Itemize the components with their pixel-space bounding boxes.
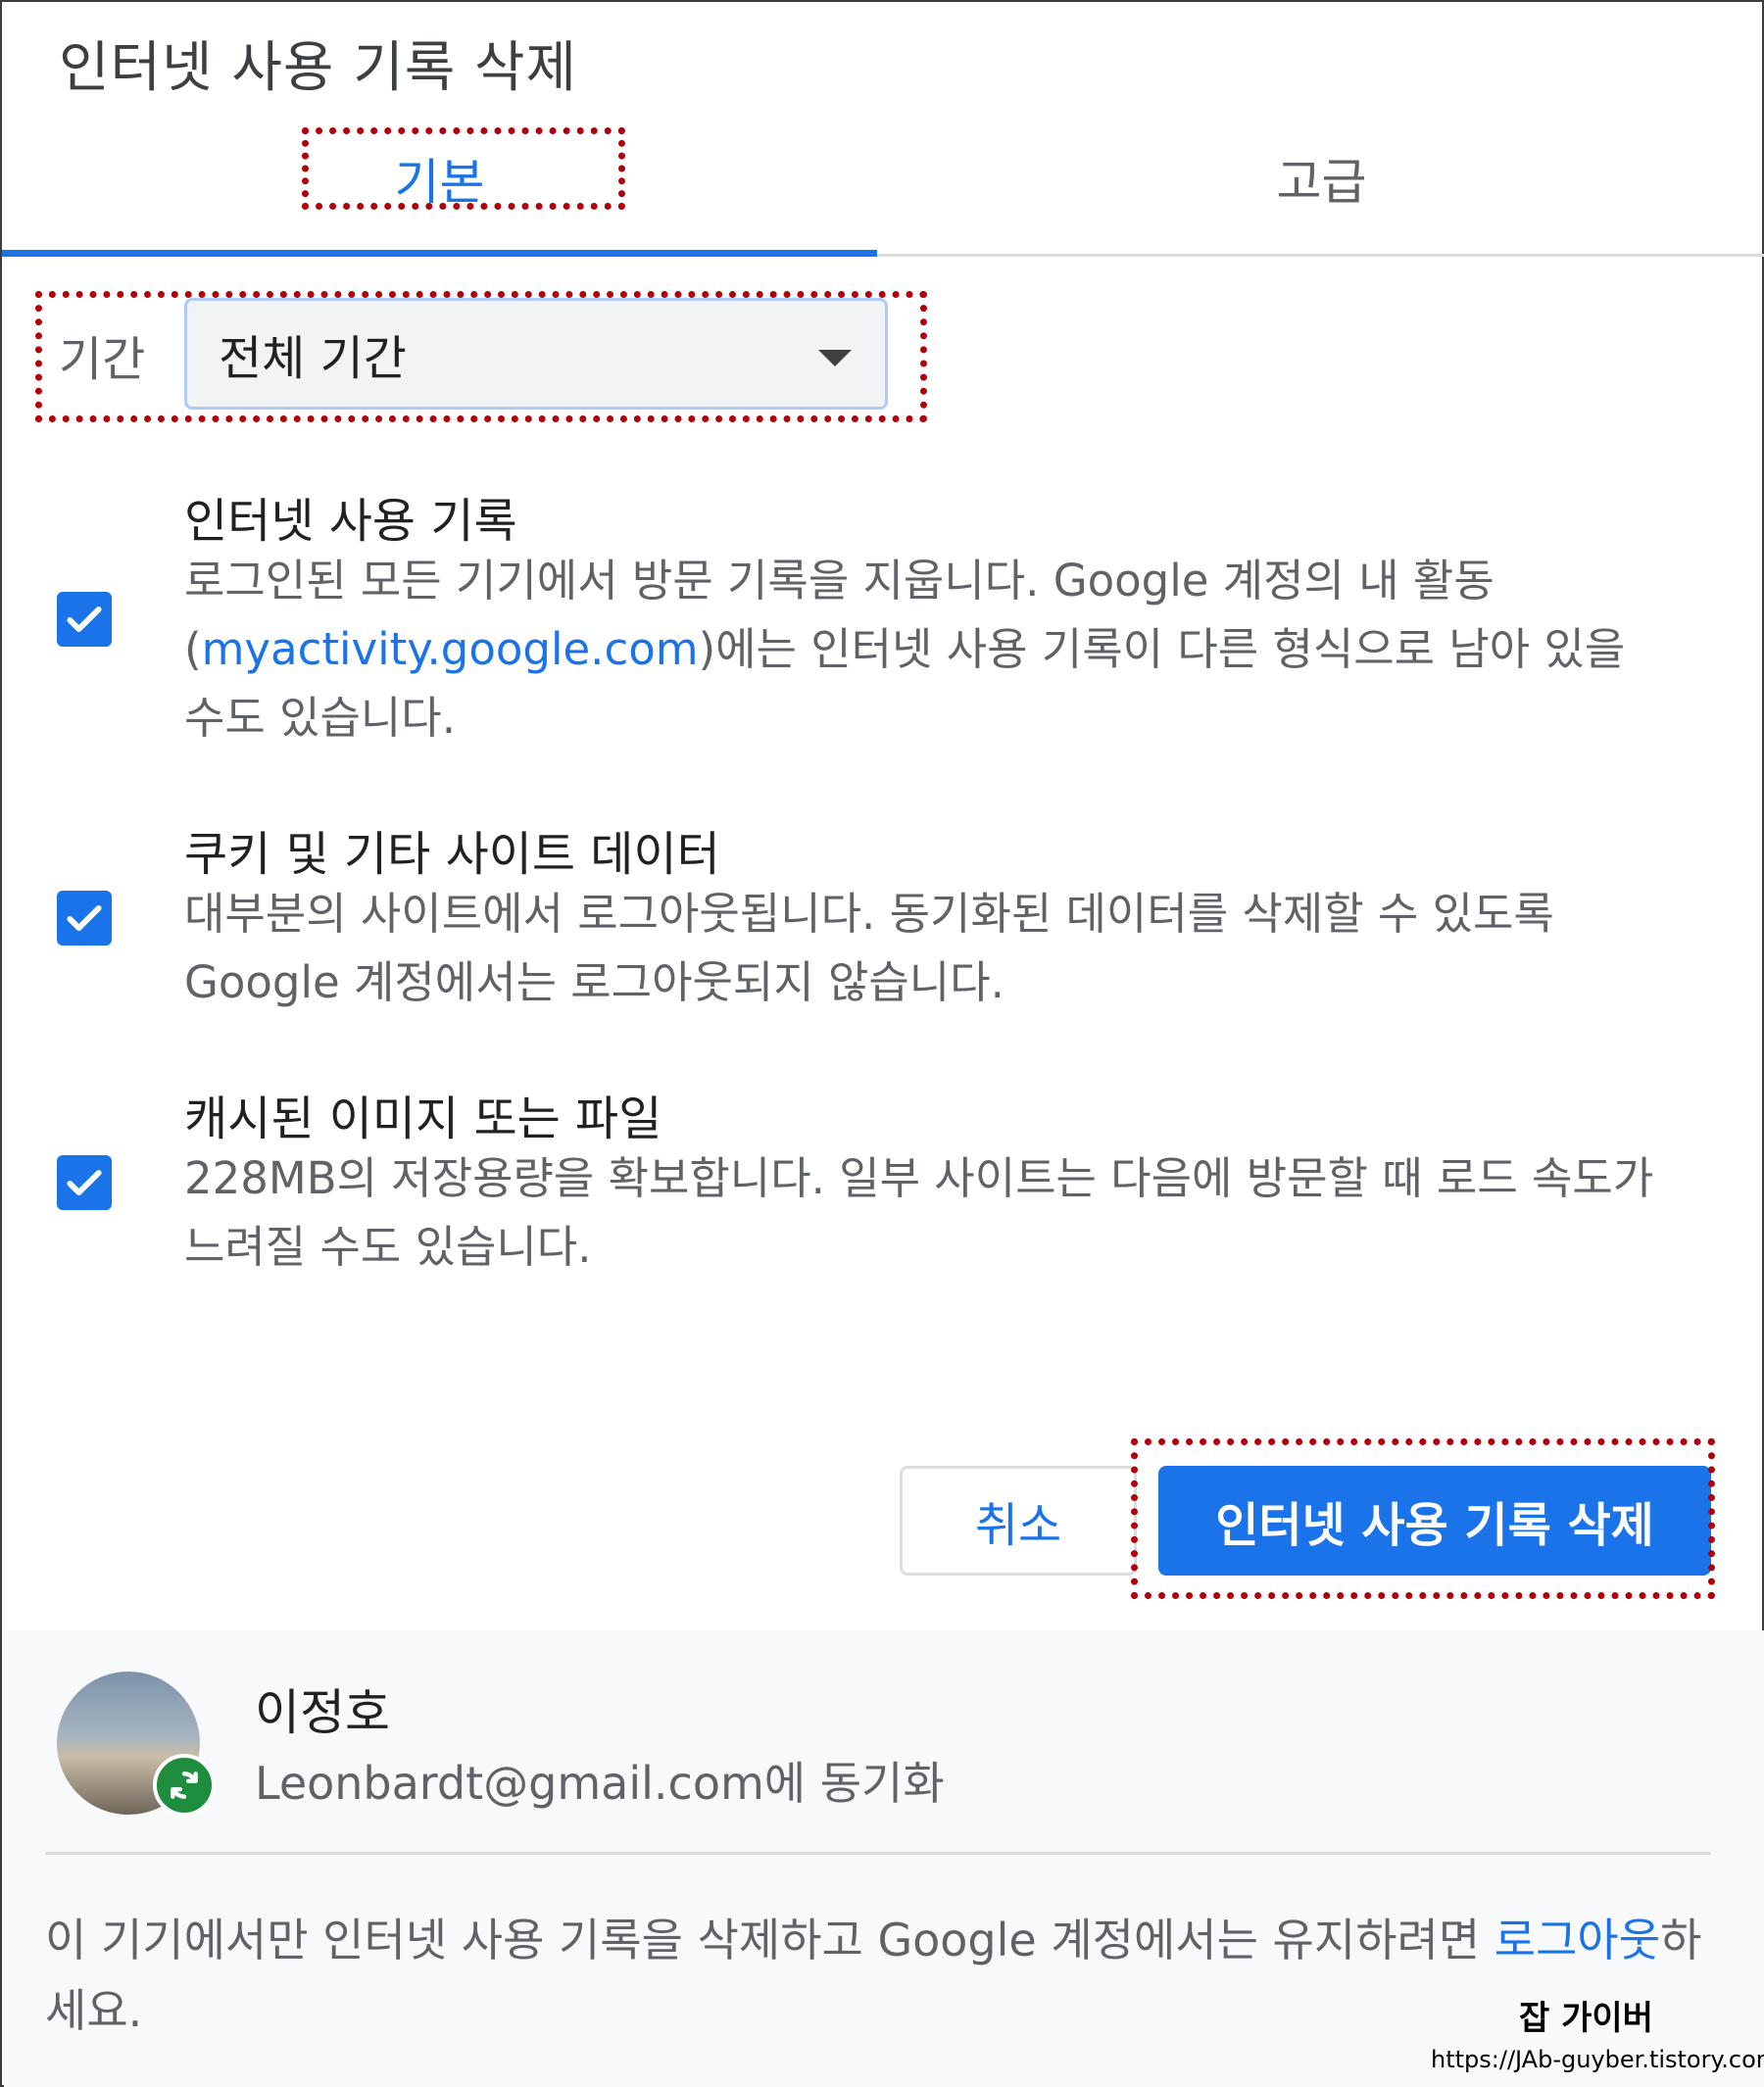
active-tab-indicator [2, 250, 877, 257]
watermark-name: 잡 가이버 [1519, 1999, 1653, 2038]
footer-note: 이 기기에서만 인터넷 사용 기록을 삭제하고 Google 계정에서는 유지하… [45, 1905, 1711, 2046]
divider [45, 1852, 1711, 1855]
checkbox-cookies[interactable] [57, 891, 112, 946]
checkbox-cache[interactable] [57, 1155, 112, 1210]
period-label: 기간 [59, 332, 146, 387]
checkmark-icon [67, 904, 102, 932]
option-description: 228MB의 저장용량을 확보합니다. 일부 사이트는 다음에 방문할 때 로드… [184, 1152, 1654, 1273]
cancel-button[interactable]: 취소 [900, 1466, 1137, 1576]
option-description: 대부분의 사이트에서 로그아웃됩니다. 동기화된 데이터를 삭제할 수 있도록 … [184, 888, 1554, 1008]
clear-browsing-data-dialog: 인터넷 사용 기록 삭제 기본 고급 기간 전체 기간 인터넷 사용 기록 로그… [0, 0, 1764, 2087]
period-selected-value: 전체 기간 [219, 331, 407, 386]
option-title: 인터넷 사용 기록 [184, 494, 517, 549]
tab-basic[interactable]: 기본 [2, 100, 877, 257]
option-title: 쿠키 및 기타 사이트 데이터 [184, 827, 720, 882]
dialog-title: 인터넷 사용 기록 삭제 [59, 36, 578, 100]
checkmark-icon [67, 606, 102, 633]
period-dropdown[interactable]: 전체 기간 [184, 298, 888, 410]
checkmark-icon [67, 1169, 102, 1196]
watermark-url: https://JAb-guyber.tistory.com [1431, 2046, 1764, 2073]
clear-data-button[interactable]: 인터넷 사용 기록 삭제 [1158, 1466, 1711, 1576]
option-description: 로그인된 모든 기기에서 방문 기록을 지웁니다. Google 계정의 내 활… [184, 547, 1674, 752]
tab-advanced[interactable]: 고급 [877, 100, 1764, 257]
user-name: 이정호 [255, 1684, 390, 1741]
tab-bar: 기본 고급 [2, 100, 1764, 257]
footer-note-text: 이 기기에서만 인터넷 사용 기록을 삭제하고 Google 계정에서는 유지하… [45, 1914, 1494, 1966]
sync-icon [171, 1772, 198, 1799]
sync-status: Leonbardt@gmail.com에 동기화 [255, 1757, 945, 1810]
sync-badge [153, 1754, 216, 1817]
option-title: 캐시된 이미지 또는 파일 [184, 1092, 662, 1146]
myactivity-link[interactable]: myactivity.google.com [202, 623, 699, 675]
account-footer: 이정호 Leonbardt@gmail.com에 동기화 이 기기에서만 인터넷… [4, 1630, 1764, 2087]
caret-down-icon [818, 350, 852, 366]
sign-out-link[interactable]: 로그아웃 [1494, 1914, 1660, 1966]
checkbox-browsing-history[interactable] [57, 592, 112, 647]
